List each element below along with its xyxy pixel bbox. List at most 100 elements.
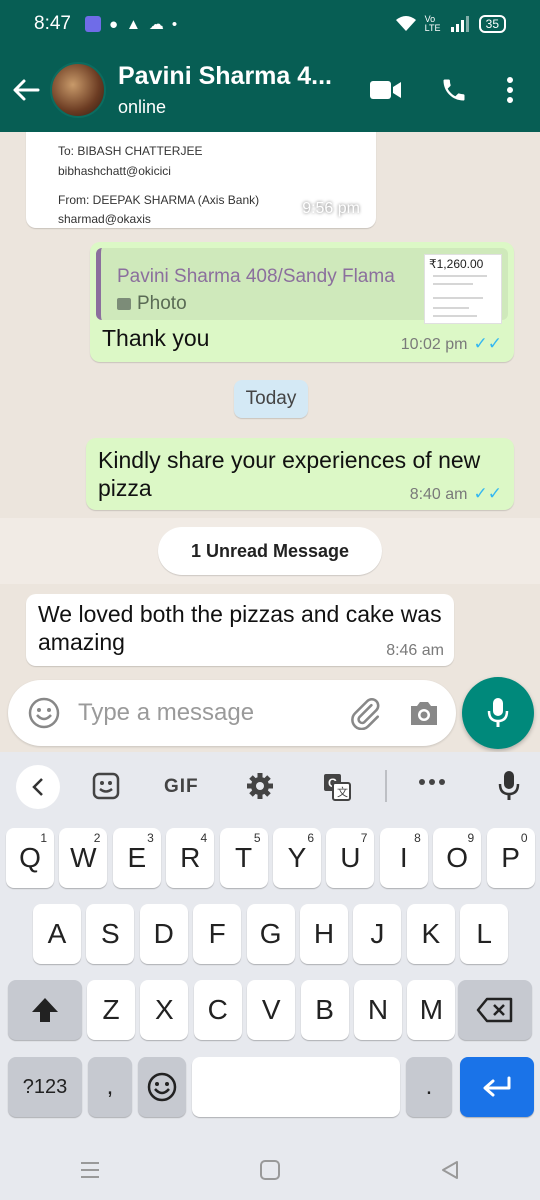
shift-key[interactable] [8, 980, 82, 1040]
chat-area[interactable]: To: BIBASH CHATTERJEE bibhashchatt@okici… [0, 132, 540, 752]
enter-key[interactable] [460, 1057, 534, 1117]
key-k[interactable]: K [406, 904, 455, 964]
keyboard-collapse-button[interactable] [16, 765, 60, 809]
wifi-icon [395, 16, 416, 31]
translate-button[interactable]: G文 [322, 772, 352, 802]
recent-apps-icon[interactable] [79, 1161, 101, 1179]
notification-icons: ● ▲ ☁ • [84, 15, 177, 33]
quoted-type: Photo [117, 293, 187, 315]
period-key[interactable]: . [406, 1057, 452, 1117]
key-t[interactable]: T5 [219, 828, 268, 888]
sticker-icon [92, 772, 120, 800]
key-hint: 4 [200, 831, 208, 845]
attach-icon[interactable] [348, 696, 382, 730]
thumb-line [433, 297, 483, 299]
backspace-key[interactable] [458, 980, 532, 1040]
camera-icon[interactable] [408, 699, 440, 727]
keyboard: GIF G文 Q1W2E3R4T5Y6U7I8O9P0 ASDFGHJKL ZX… [0, 752, 540, 1200]
key-u[interactable]: U7 [326, 828, 375, 888]
key-h[interactable]: H [300, 904, 348, 964]
key-z[interactable]: Z [87, 980, 135, 1040]
quoted-message[interactable]: Pavini Sharma 408/Sandy Flama Photo ₹1,2… [96, 248, 508, 324]
space-key[interactable] [192, 1057, 400, 1117]
key-label: Y [287, 842, 307, 873]
key-l[interactable]: L [460, 904, 509, 964]
key-r[interactable]: R4 [166, 828, 215, 888]
location-icon: ● [108, 15, 119, 33]
system-icons: Vo LTE 35 [395, 15, 506, 33]
key-f[interactable]: F [193, 904, 242, 964]
screen: 8:47 ● ▲ ☁ • Vo LTE 35 Pavini Sharma 4..… [0, 0, 540, 1200]
key-label: W [70, 842, 97, 873]
key-j[interactable]: J [353, 904, 402, 964]
quoted-thumbnail: ₹1,260.00 [424, 254, 502, 324]
voice-message-button[interactable] [462, 677, 534, 749]
key-n[interactable]: N [354, 980, 402, 1040]
gif-label: GIF [164, 776, 199, 797]
more-options-icon[interactable] [506, 76, 514, 104]
key-label: O [446, 842, 469, 873]
key-w[interactable]: W2 [59, 828, 108, 888]
receipt-from-id: sharmad@okaxis [58, 212, 151, 226]
reply-message[interactable]: Pavini Sharma 408/Sandy Flama Photo ₹1,2… [90, 242, 514, 362]
emoji-icon[interactable] [28, 697, 60, 729]
photo-icon [117, 298, 131, 310]
key-i[interactable]: I8 [379, 828, 428, 888]
svg-text:文: 文 [337, 785, 348, 799]
microphone-icon [498, 771, 520, 800]
message-time: 8:40 am ✓✓ [410, 484, 502, 504]
key-e[interactable]: E3 [112, 828, 161, 888]
backspace-icon [476, 997, 513, 1023]
shift-arrow-icon [32, 998, 58, 1022]
key-hint: 6 [307, 831, 314, 845]
key-q[interactable]: Q1 [6, 828, 54, 888]
key-a[interactable]: A [33, 904, 81, 964]
message-text: Thank you [102, 325, 210, 351]
key-x[interactable]: X [140, 980, 189, 1040]
thumb-line [433, 315, 477, 317]
key-d[interactable]: D [139, 904, 188, 964]
keyboard-settings-button[interactable] [246, 772, 274, 800]
emoji-key[interactable] [138, 1057, 186, 1117]
numbers-key[interactable]: ?123 [8, 1057, 82, 1117]
key-label: R [180, 842, 201, 873]
more-tools-button[interactable] [418, 778, 446, 786]
key-s[interactable]: S [86, 904, 135, 964]
key-p[interactable]: P0 [486, 828, 535, 888]
video-call-icon[interactable] [370, 79, 402, 101]
message-input[interactable]: Type a message [78, 699, 348, 727]
quoted-sender: Pavini Sharma 408/Sandy Flama [117, 266, 395, 287]
home-icon[interactable] [259, 1159, 281, 1181]
back-nav-icon[interactable] [439, 1159, 461, 1181]
payment-receipt-message[interactable]: To: BIBASH CHATTERJEE bibhashchatt@okici… [26, 132, 376, 228]
message-composer[interactable]: Type a message [8, 680, 456, 746]
receipt-from: From: DEEPAK SHARMA (Axis Bank) [58, 193, 260, 207]
key-o[interactable]: O9 [433, 828, 482, 888]
outgoing-message[interactable]: Kindly share your experiences of new piz… [86, 438, 514, 510]
key-y[interactable]: Y6 [273, 828, 321, 888]
more-horizontal-icon [419, 779, 445, 785]
thumb-line [433, 307, 469, 309]
key-v[interactable]: V [247, 980, 296, 1040]
key-m[interactable]: M [407, 980, 456, 1040]
gif-button[interactable]: GIF [164, 776, 199, 798]
chevron-left-icon [32, 778, 43, 796]
avatar[interactable] [50, 62, 106, 118]
incoming-message[interactable]: We loved both the pizzas and cake was am… [26, 594, 454, 666]
key-label: Q [19, 842, 41, 873]
comma-key[interactable]: , [88, 1057, 132, 1117]
back-button[interactable] [2, 78, 50, 102]
app-notification-icon [84, 16, 101, 32]
voice-input-button[interactable] [498, 770, 520, 802]
phone-call-icon[interactable] [440, 76, 468, 104]
sticker-button[interactable] [92, 772, 120, 800]
message-time: 8:46 am [386, 642, 444, 659]
thumb-line [433, 283, 473, 285]
key-hint: 2 [93, 831, 101, 845]
contact-info[interactable]: Pavini Sharma 4... online [118, 62, 370, 118]
read-ticks-icon: ✓✓ [473, 334, 503, 353]
translate-icon: G文 [324, 774, 351, 801]
key-c[interactable]: C [193, 980, 242, 1040]
key-b[interactable]: B [300, 980, 349, 1040]
key-g[interactable]: G [246, 904, 295, 964]
